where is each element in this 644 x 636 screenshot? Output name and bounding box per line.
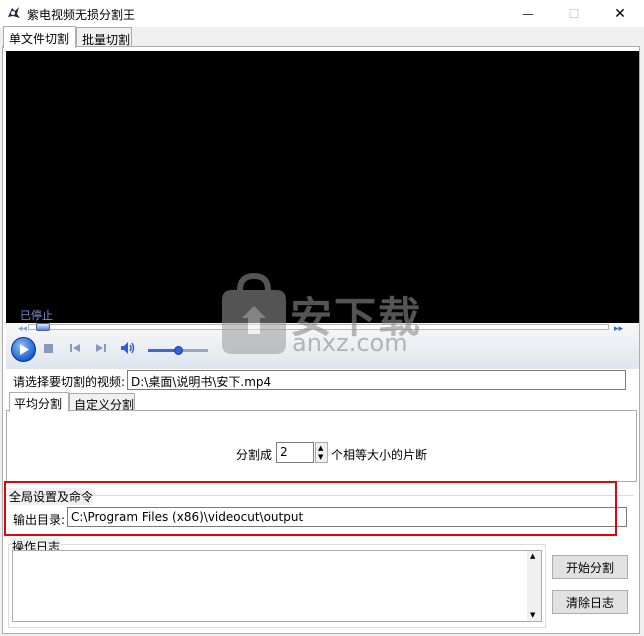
video-select-label: 请选择要切割的视频: [13, 375, 126, 389]
clear-log-button[interactable]: 清除日志 [552, 590, 628, 614]
spin-up-icon[interactable]: ▲ [318, 444, 323, 452]
tab-single-file[interactable]: 单文件切割 [3, 26, 76, 48]
start-split-button[interactable]: 开始分割 [552, 555, 628, 579]
split-count-input[interactable]: 2 [276, 442, 314, 463]
maximize-button[interactable]: ☐ [551, 0, 597, 27]
window-title: 紫电视频无损分割王 [27, 8, 136, 22]
seek-back-icon[interactable]: ◂◂ [18, 324, 27, 334]
minimize-icon: — [522, 6, 534, 21]
close-button[interactable]: ✕ [597, 0, 643, 27]
tab-batch[interactable]: 批量切割 [76, 27, 132, 47]
highlight-box [4, 481, 617, 536]
volume-icon[interactable] [120, 341, 136, 358]
log-textarea[interactable] [12, 550, 542, 622]
close-icon: ✕ [614, 5, 626, 22]
tab-average-split[interactable]: 平均分割 [9, 392, 69, 412]
player-status: 已停止 [20, 309, 53, 322]
maximize-icon: ☐ [568, 6, 580, 21]
video-path-input[interactable]: D:\桌面\说明书\安下.mp4 [127, 370, 626, 390]
previous-icon[interactable] [69, 342, 81, 357]
split-count-stepper[interactable]: ▲ ▼ [315, 442, 328, 463]
next-icon[interactable] [95, 342, 107, 357]
seek-forward-icon[interactable]: ▸▸ [614, 324, 623, 334]
split-prefix-label: 分割成 [236, 448, 273, 462]
play-icon [20, 344, 29, 355]
watermark-domain: anxz.com [292, 329, 408, 357]
scroll-up-icon[interactable]: ▲ [530, 552, 535, 560]
play-button[interactable] [11, 337, 36, 362]
scroll-down-icon[interactable]: ▼ [530, 611, 535, 619]
app-icon [6, 5, 22, 21]
minimize-button[interactable]: — [505, 0, 551, 27]
split-suffix-label: 个相等大小的片断 [331, 448, 428, 462]
seek-thumb[interactable] [36, 323, 50, 331]
tab-custom-split[interactable]: 自定义分割 [69, 393, 135, 412]
stop-icon[interactable] [44, 344, 53, 353]
volume-thumb[interactable] [174, 346, 183, 355]
log-scrollbar[interactable]: ▲ ▼ [527, 551, 541, 621]
spin-down-icon[interactable]: ▼ [318, 453, 323, 461]
